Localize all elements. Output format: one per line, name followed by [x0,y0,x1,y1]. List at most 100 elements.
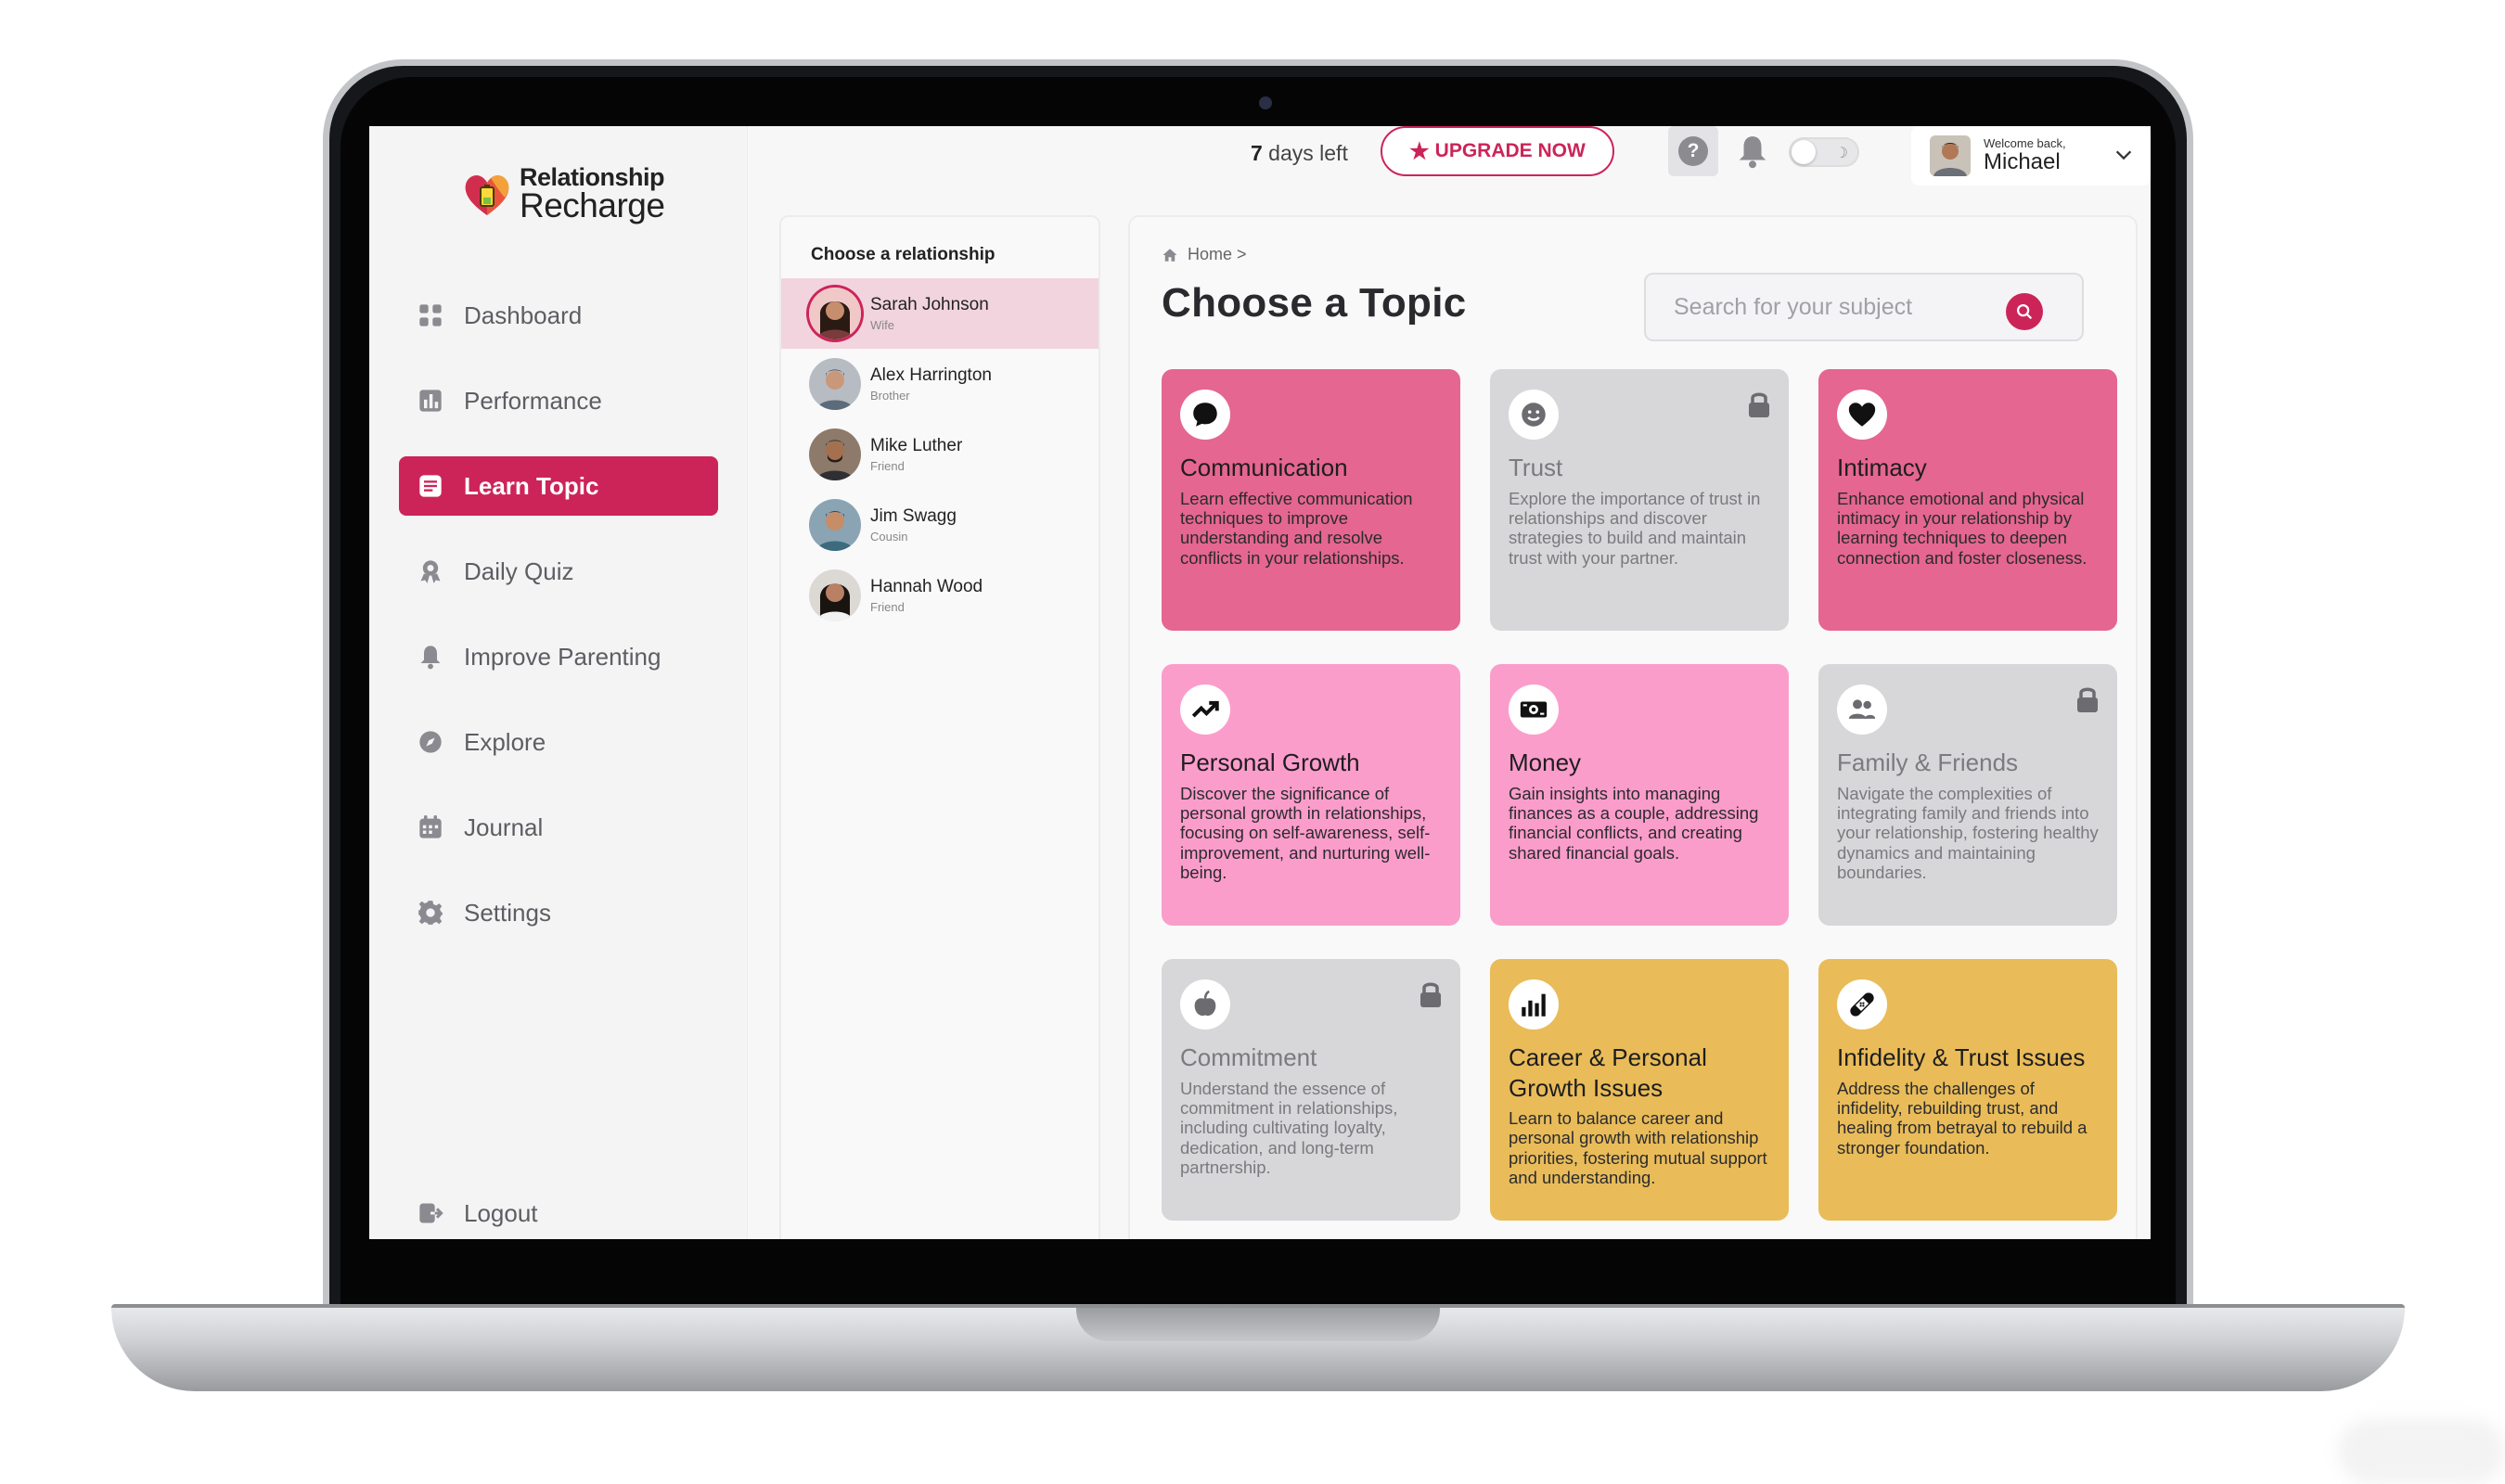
sidebar-item-settings[interactable]: Settings [399,883,718,942]
sidebar-item-explore[interactable]: Explore [399,712,718,772]
relationship-item[interactable]: Sarah Johnson Wife [781,278,1098,349]
moon-icon: ☽ [1834,146,1848,161]
topic-card-money[interactable]: Money Gain insights into managing financ… [1490,664,1789,926]
relationship-role: Friend [870,599,905,614]
relationship-name: Jim Swagg [870,505,957,526]
sidebar-item-label: Performance [464,386,602,415]
banknote-icon [1509,684,1559,735]
upgrade-label: UPGRADE NOW [1434,140,1586,161]
topic-card-trust[interactable]: Trust Explore the importance of trust in… [1490,369,1789,631]
camera-dot [1259,96,1272,109]
welcome-text: Welcome back, [1984,135,2066,150]
topic-card-personal-growth[interactable]: Personal Growth Discover the significanc… [1162,664,1460,926]
topic-card-infidelity-trust[interactable]: Infidelity & Trust Issues Address the ch… [1818,959,2117,1221]
book-icon [418,473,443,499]
relationship-name: Sarah Johnson [870,294,989,314]
search-icon [2016,303,2033,320]
sidebar-item-performance[interactable]: Performance [399,371,718,430]
chat-bubble-icon [1180,390,1230,440]
star-icon: ★ [1409,138,1430,164]
sidebar-item-improve-parenting[interactable]: Improve Parenting [399,627,718,686]
topics-main-panel: Home > Choose a Topic Communication Lear… [1128,215,2138,1239]
relationship-item[interactable]: Hannah Wood Friend [781,560,1098,631]
apple-icon [1180,979,1230,1030]
topic-card-intimacy[interactable]: Intimacy Enhance emotional and physical … [1818,369,2117,631]
upgrade-button[interactable]: ★ UPGRADE NOW [1381,126,1614,176]
dark-mode-toggle[interactable]: ☽ [1789,137,1859,167]
relationship-name: Hannah Wood [870,576,983,596]
relationship-role: Friend [870,458,905,473]
relationship-role: Brother [870,388,910,403]
sidebar-item-learn-topic[interactable]: Learn Topic [399,456,718,516]
topic-title: Personal Growth [1180,748,1360,776]
relationship-item[interactable]: Alex Harrington Brother [781,349,1098,419]
search-box [1644,273,2084,341]
laptop-notch [1076,1308,1440,1341]
notification-bell-icon[interactable] [1735,134,1770,169]
help-icon: ? [1678,136,1708,166]
trial-days-left: 7 days left [1251,141,1348,165]
topic-card-family-friends[interactable]: Family & Friends Navigate the complexiti… [1818,664,2117,926]
app-logo[interactable]: Relationship Recharge [462,165,665,224]
gear-icon [418,900,443,926]
shadow [2338,1419,2505,1484]
people-icon [1837,684,1887,735]
topic-card-commitment[interactable]: Commitment Understand the essence of com… [1162,959,1460,1221]
topic-description: Discover the significance of personal gr… [1180,783,1431,883]
bar-graph-icon [1509,979,1559,1030]
relationship-item[interactable]: Mike Luther Friend [781,419,1098,490]
avatar [809,288,861,339]
sidebar-item-label: Journal [464,812,544,841]
trending-up-icon [1180,684,1230,735]
topic-card-career-growth[interactable]: Career & Personal Growth Issues Learn to… [1490,959,1789,1221]
avatar [809,569,861,621]
heart-logo-icon [465,175,509,215]
user-avatar [1930,135,1971,176]
sidebar-item-daily-quiz[interactable]: Daily Quiz [399,542,718,601]
profile-menu[interactable]: Welcome back, Michael [1911,126,2151,186]
home-icon [1163,248,1177,262]
logout-icon [418,1200,443,1226]
bandage-icon [1837,979,1887,1030]
top-bar: 7 days left ★ UPGRADE NOW ? ☽ Welcome bac… [748,126,2151,198]
breadcrumb[interactable]: Home > [1162,245,1247,264]
relationship-item[interactable]: Jim Swagg Cousin [781,490,1098,560]
avatar [809,429,861,480]
bar-chart-icon [418,388,443,414]
logout-label: Logout [464,1198,538,1227]
topic-title: Career & Personal Growth Issues [1509,1043,1707,1102]
sidebar: Relationship Recharge Dashboard Performa… [369,126,748,1239]
logo-line-2: Recharge [520,186,665,224]
search-button[interactable] [2006,293,2043,330]
topic-description: Gain insights into managing finances as … [1509,783,1759,863]
calendar-icon [418,814,443,840]
topic-description: Address the challenges of infidelity, re… [1837,1078,2088,1158]
bell-icon [418,644,443,670]
help-button[interactable]: ? [1668,126,1718,176]
topic-description: Navigate the complexities of integrating… [1837,783,2099,883]
avatar [809,499,861,551]
badge-ribbon-icon [418,558,443,584]
topic-description: Understand the essence of commitment in … [1180,1078,1398,1178]
topic-title: Money [1509,748,1582,776]
relationship-role: Cousin [870,529,908,544]
sidebar-item-label: Dashboard [464,301,583,329]
page-title: Choose a Topic [1162,280,1467,326]
sidebar-item-label: Explore [464,727,546,756]
logout-button[interactable]: Logout [399,1183,718,1239]
topic-description: Learn to balance career and personal gro… [1509,1108,1767,1188]
sidebar-nav: Dashboard Performance Learn Topic Daily … [399,286,718,968]
sidebar-item-dashboard[interactable]: Dashboard [399,286,718,345]
lock-icon [2077,687,2098,712]
topic-title: Intimacy [1837,454,1927,481]
user-name: Michael [1984,148,2061,174]
topic-card-communication[interactable]: Communication Learn effective communicat… [1162,369,1460,631]
sidebar-item-journal[interactable]: Journal [399,798,718,857]
dashboard-grid-icon [418,302,443,328]
sidebar-item-label: Settings [464,898,551,927]
topic-description: Enhance emotional and physical intimacy … [1837,488,2088,568]
relationship-panel: Choose a relationship Sarah Johnson Wife … [779,215,1100,1239]
topic-title: Family & Friends [1837,748,2019,776]
sidebar-item-label: Daily Quiz [464,556,574,585]
search-input[interactable] [1674,293,2008,321]
